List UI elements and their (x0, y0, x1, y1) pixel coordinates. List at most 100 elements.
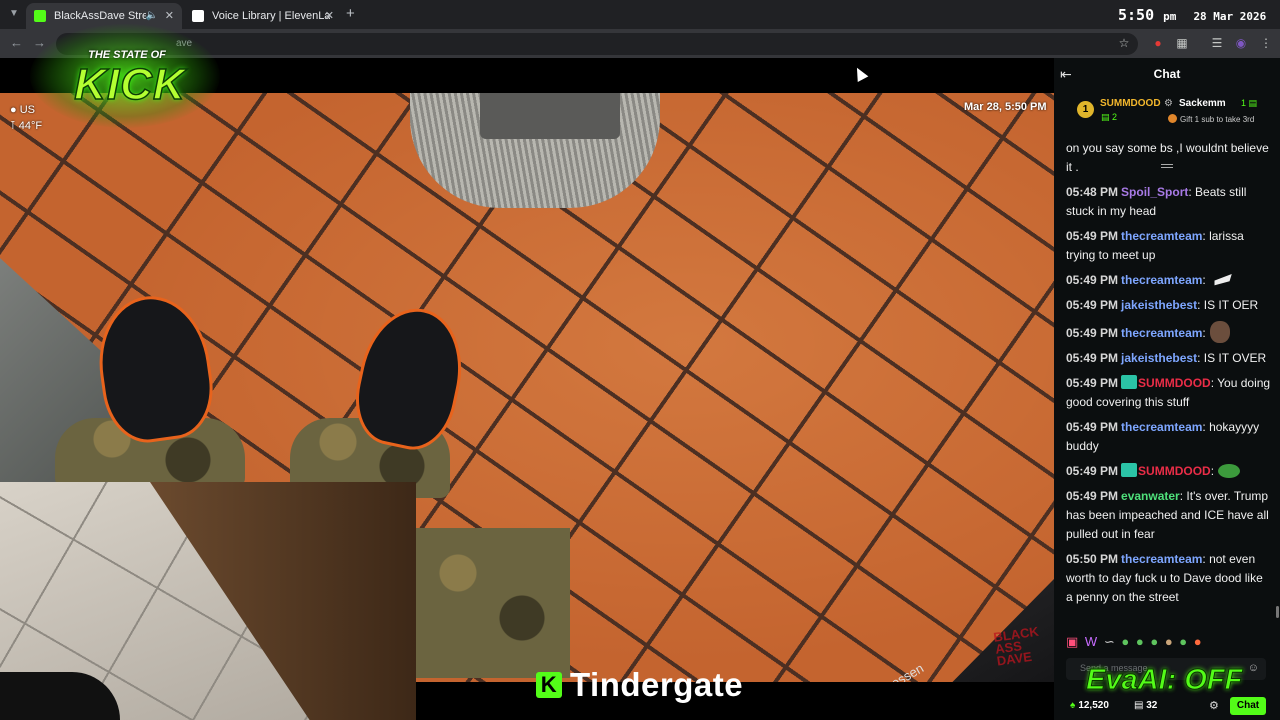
caption-text: Tindergate (570, 666, 744, 703)
chat-message-list[interactable]: on you say some bs ,I wouldnt believe it… (1066, 139, 1272, 624)
chat-message: 05:49 PM SUMMDOOD: (1066, 462, 1272, 481)
emote-5-icon[interactable]: ● (1136, 634, 1144, 649)
emoji-picker-icon[interactable]: ☺ (1248, 662, 1259, 674)
message-time: 05:48 PM (1066, 185, 1119, 199)
message-username[interactable]: SUMMDOOD (1138, 376, 1211, 390)
emote-7-icon[interactable]: ● (1165, 634, 1173, 649)
message-text: : (1202, 273, 1206, 287)
system-clock: 5:50 pm 28 Mar 2026 (1118, 6, 1266, 24)
face-emote-icon (1209, 321, 1230, 343)
emote-2-icon[interactable]: W (1085, 634, 1097, 649)
chat-message: 05:49 PM thecreamteam: larissa trying to … (1066, 227, 1272, 265)
emote-8-icon[interactable]: ● (1179, 634, 1187, 649)
elevenlabs-favicon-icon (192, 10, 204, 22)
bookmark-star-icon[interactable]: ☆ (1116, 35, 1132, 51)
chat-panel: ⇤ Chat 1 SUMMDOOD ▤ 2 ⚙ Sackemm 1 ▤ Gift… (1054, 58, 1280, 720)
message-time: 05:49 PM (1066, 298, 1119, 312)
stream-video[interactable]: essen BLACK ASS DAVE (0, 58, 1054, 720)
message-time: 05:49 PM (1066, 464, 1119, 478)
close-tab-icon[interactable]: ✕ (325, 3, 334, 29)
emote-3-icon[interactable]: ∽ (1104, 634, 1115, 650)
stream-caption: K Tindergate (536, 666, 743, 704)
message-text: : (1202, 326, 1206, 340)
gift-prompt: Gift 1 sub to take 3rd (1168, 114, 1254, 124)
second-gifter-name: Sackemm (1179, 98, 1226, 109)
frog-emote-icon (1218, 464, 1241, 478)
gift-leaderboard[interactable]: 1 SUMMDOOD ▤ 2 ⚙ Sackemm 1 ▤ Gift 1 sub … (1054, 90, 1280, 168)
emote-6-icon[interactable]: ● (1150, 634, 1158, 649)
back-arrow-icon[interactable]: ← (10, 35, 23, 50)
chat-header: ⇤ Chat (1054, 58, 1280, 90)
mop-head (480, 93, 620, 139)
chat-message: 05:49 PM thecreamteam: hokayyyy buddy (1066, 418, 1272, 456)
viewers-icon: ♠ (1070, 700, 1076, 711)
emote-1-icon[interactable]: ▣ (1066, 634, 1078, 650)
emote-quick-bar: ▣ W ∽ ● ● ● ● ● ● (1066, 634, 1272, 652)
weather-location: US (19, 104, 35, 116)
message-time: 05:49 PM (1066, 376, 1119, 390)
message-time: 05:49 PM (1066, 351, 1119, 365)
message-username[interactable]: SUMMDOOD (1138, 464, 1211, 478)
chat-message: 05:48 PM Spoil_Sport: Beats still stuck i… (1066, 183, 1272, 221)
message-username[interactable]: thecreamteam (1121, 229, 1202, 243)
emote-4-icon[interactable]: ● (1121, 634, 1129, 649)
temperature: 44°F (18, 120, 43, 132)
message-text: : (1210, 464, 1215, 478)
location-pin-icon: ● (10, 104, 17, 116)
screen: ▼ BlackAssDave Stream - Wat 🔈 ✕ Voice Li… (0, 0, 1280, 720)
subscriber-badge-icon (1121, 375, 1138, 389)
extension-icon[interactable]: ● (1150, 35, 1166, 51)
video-timestamp: Mar 28, 5:50 PM (964, 101, 1047, 113)
message-username[interactable]: jakeisthebest (1121, 351, 1197, 365)
chat-message: 05:49 PM thecreamteam: (1066, 321, 1272, 343)
media-controls-icon[interactable]: ☰ (1209, 35, 1225, 51)
logo-main-text: KICK (73, 59, 186, 110)
chat-message: 05:49 PM jakeisthebest: IS IT OER (1066, 296, 1272, 315)
top-gifter-name: SUMMDOOD (1100, 98, 1161, 109)
tab-search-icon[interactable]: ▼ (6, 6, 22, 22)
browser-tab-strip: ▼ BlackAssDave Stream - Wat 🔈 ✕ Voice Li… (0, 0, 1280, 29)
message-username[interactable]: evanwater (1121, 489, 1180, 503)
message-time: 05:49 PM (1066, 273, 1119, 287)
chat-message: 05:50 PM thecreamteam: not even worth to … (1066, 550, 1272, 607)
address-bar[interactable]: ave (56, 33, 1138, 55)
profile-avatar-icon[interactable]: ◉ (1233, 35, 1249, 51)
message-text: : IS IT OER (1197, 298, 1259, 312)
top-gifter-count: ▤ 2 (1101, 112, 1118, 122)
message-time: 05:50 PM (1066, 552, 1119, 566)
clock-date: 28 Mar 2026 (1193, 10, 1267, 23)
emote-9-icon[interactable]: ● (1194, 634, 1202, 649)
extensions-puzzle-icon[interactable]: ▦ (1174, 35, 1190, 51)
menu-kebab-icon[interactable]: ⋮ (1258, 35, 1274, 51)
subscriber-badge-icon (1121, 463, 1138, 477)
second-gifter-count: 1 ▤ (1241, 98, 1258, 108)
message-text: on you say some bs ,I wouldnt believe it… (1066, 141, 1269, 174)
viewer-count: ♠ 12,520 (1070, 700, 1109, 711)
message-time: 05:49 PM (1066, 229, 1119, 243)
lower-pant-leg (410, 528, 570, 678)
channel-watermark: BLACK ASS DAVE (992, 623, 1040, 669)
chat-settings-icon[interactable]: ⚙ (1209, 699, 1219, 712)
message-username[interactable]: thecreamteam (1121, 326, 1202, 340)
clock-ampm: pm (1163, 10, 1177, 23)
rank-medal-icon: 1 (1077, 101, 1094, 118)
chat-message: 05:49 PM evanwater: It's over. Trump has … (1066, 487, 1272, 544)
message-username[interactable]: Spoil_Sport (1121, 185, 1188, 199)
new-tab-button[interactable]: + (346, 5, 355, 22)
message-username[interactable]: thecreamteam (1121, 552, 1202, 566)
chat-title: Chat (1153, 67, 1181, 81)
message-username[interactable]: thecreamteam (1121, 420, 1202, 434)
knife-emote-icon (1209, 274, 1232, 286)
close-tab-icon[interactable]: ✕ (165, 3, 174, 29)
gift-box-icon: ▤ (1134, 700, 1144, 711)
tab-elevenlabs[interactable]: Voice Library | ElevenLabs ✕ (184, 3, 342, 29)
chat-message: 05:49 PM thecreamteam: (1066, 271, 1272, 290)
message-username[interactable]: jakeisthebest (1121, 298, 1197, 312)
picture-in-picture-camera (0, 482, 416, 720)
clock-time: 5:50 (1118, 6, 1155, 24)
message-username[interactable]: thecreamteam (1121, 273, 1202, 287)
weather-overlay: ● US ⊺ 44°F (10, 102, 42, 134)
chat-send-button[interactable]: Chat (1230, 697, 1266, 715)
chat-scrollbar[interactable] (1276, 606, 1279, 618)
chat-message: 05:49 PM jakeisthebest: IS IT OVER (1066, 349, 1272, 368)
